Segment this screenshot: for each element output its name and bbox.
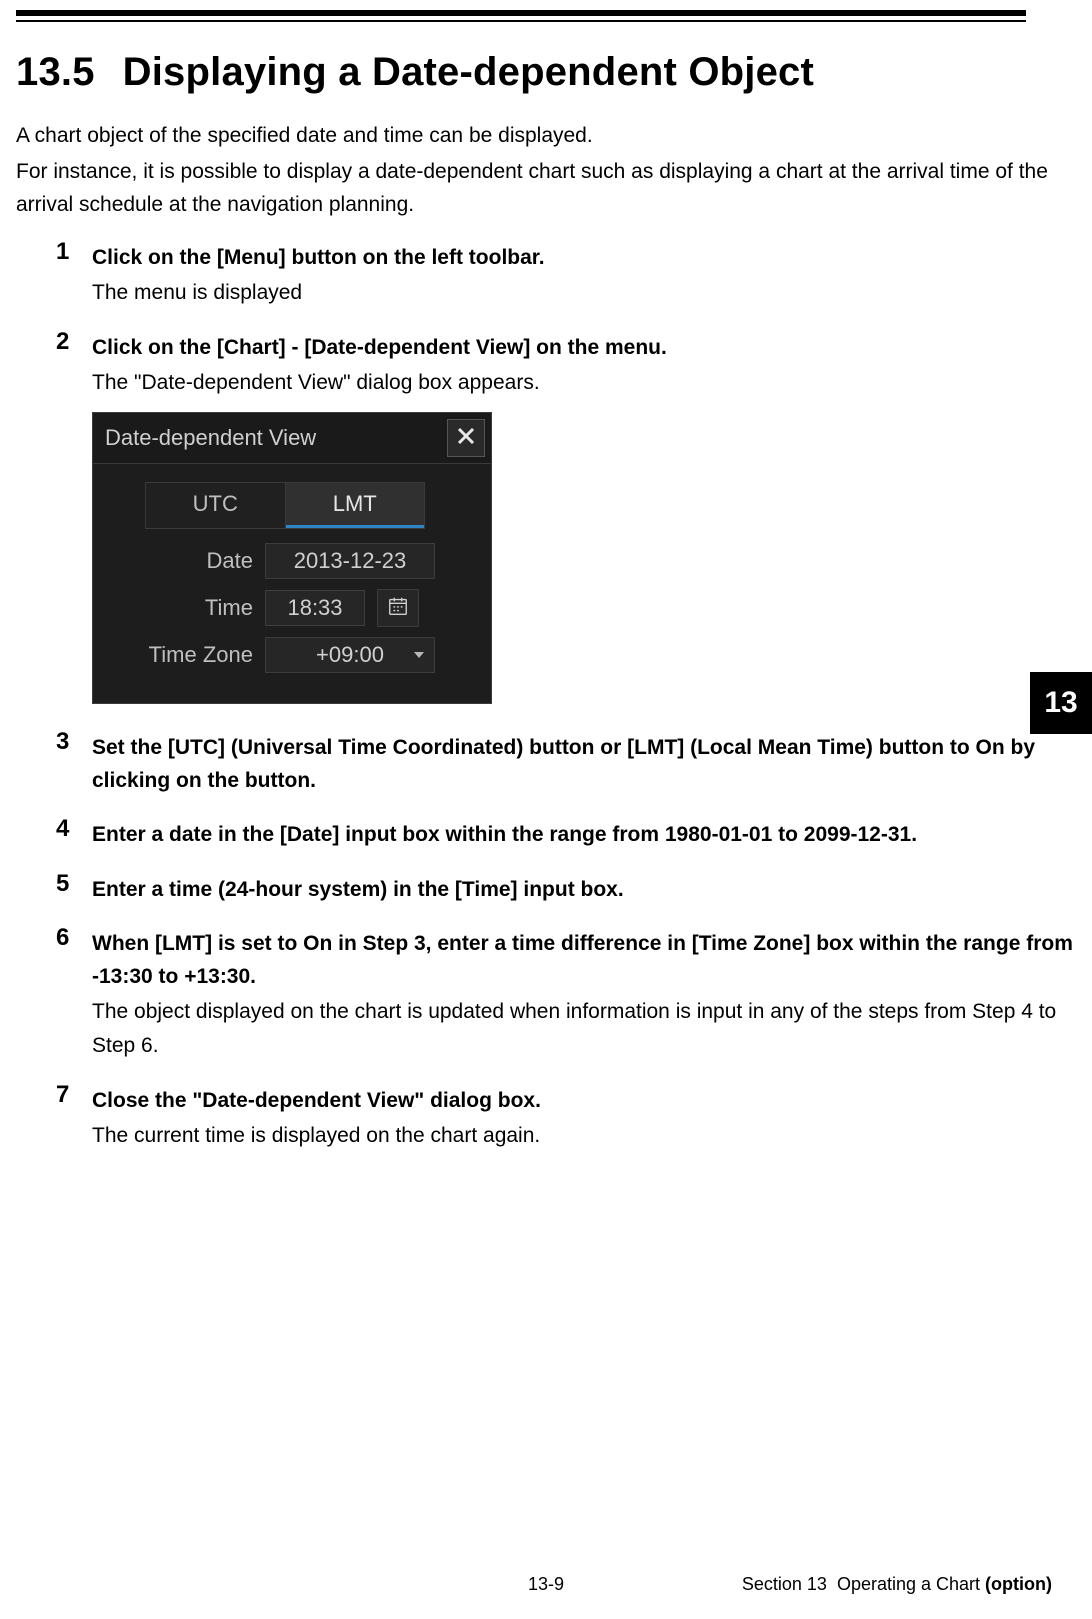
date-row: Date 2013-12-23 <box>113 543 471 579</box>
time-mode-toggle: UTC LMT <box>145 482 425 529</box>
calendar-button[interactable] <box>377 589 419 627</box>
step-number: 5 <box>56 870 69 898</box>
step-number: 6 <box>56 924 69 952</box>
step-body: The current time is displayed on the cha… <box>92 1119 1076 1153</box>
top-rule <box>16 10 1026 22</box>
footer-section: Section 13 Operating a Chart (option) <box>742 1574 1052 1595</box>
close-icon <box>456 426 476 451</box>
step-title: Set the [UTC] (Universal Time Coordinate… <box>92 732 1076 797</box>
dialog-screenshot: Date-dependent View UTC LMT Date 2013-12… <box>92 412 1076 704</box>
footer-section-text: Operating a Chart <box>837 1574 980 1594</box>
footer-section-bold: (option) <box>985 1574 1052 1594</box>
step-number: 1 <box>56 238 69 266</box>
calendar-icon <box>387 595 409 622</box>
step-1: 1 Click on the [Menu] button on the left… <box>56 242 1076 310</box>
time-label: Time <box>113 595 253 621</box>
step-7: 7 Close the "Date-dependent View" dialog… <box>56 1085 1076 1153</box>
step-number: 3 <box>56 728 69 756</box>
date-dependent-view-dialog: Date-dependent View UTC LMT Date 2013-12… <box>92 412 492 704</box>
dialog-header: Date-dependent View <box>93 413 491 464</box>
step-body: The "Date-dependent View" dialog box app… <box>92 366 1076 400</box>
page-footer: 13-9 Section 13 Operating a Chart (optio… <box>0 1574 1092 1595</box>
section-title-text: Displaying a Date-dependent Object <box>123 50 814 94</box>
intro-p2: For instance, it is possible to display … <box>16 155 1076 222</box>
section-heading: 13.5 Displaying a Date-dependent Object <box>16 50 1076 95</box>
page-number: 13-9 <box>446 1574 646 1595</box>
timezone-row: Time Zone +09:00 <box>113 637 471 673</box>
steps-list: 1 Click on the [Menu] button on the left… <box>16 242 1076 1153</box>
step-6: 6 When [LMT] is set to On in Step 3, ent… <box>56 928 1076 1062</box>
step-number: 4 <box>56 815 69 843</box>
time-row: Time 18:33 <box>113 589 471 627</box>
chapter-tab: 13 <box>1030 672 1092 734</box>
step-2: 2 Click on the [Chart] - [Date-dependent… <box>56 332 1076 704</box>
step-5: 5 Enter a time (24-hour system) in the [… <box>56 874 1076 907</box>
step-title: Enter a date in the [Date] input box wit… <box>92 819 1076 852</box>
intro-block: A chart object of the specified date and… <box>16 119 1076 222</box>
section-number: 13.5 <box>16 50 95 94</box>
step-title: Click on the [Menu] button on the left t… <box>92 242 1076 275</box>
step-number: 2 <box>56 328 69 356</box>
close-button[interactable] <box>447 419 485 457</box>
utc-button[interactable]: UTC <box>146 483 286 528</box>
step-title: When [LMT] is set to On in Step 3, enter… <box>92 928 1076 993</box>
step-3: 3 Set the [UTC] (Universal Time Coordina… <box>56 732 1076 797</box>
lmt-button[interactable]: LMT <box>286 483 425 528</box>
timezone-label: Time Zone <box>113 642 253 668</box>
dialog-title: Date-dependent View <box>105 425 316 451</box>
step-body: The menu is displayed <box>92 276 1076 310</box>
date-input[interactable]: 2013-12-23 <box>265 543 435 579</box>
step-title: Enter a time (24-hour system) in the [Ti… <box>92 874 1076 907</box>
step-body: The object displayed on the chart is upd… <box>92 995 1076 1062</box>
step-title: Close the "Date-dependent View" dialog b… <box>92 1085 1076 1118</box>
footer-section-prefix: Section 13 <box>742 1574 827 1594</box>
timezone-select[interactable]: +09:00 <box>265 637 435 673</box>
intro-p1: A chart object of the specified date and… <box>16 119 1076 153</box>
time-input[interactable]: 18:33 <box>265 590 365 626</box>
date-label: Date <box>113 548 253 574</box>
step-title: Click on the [Chart] - [Date-dependent V… <box>92 332 1076 365</box>
step-number: 7 <box>56 1081 69 1109</box>
step-4: 4 Enter a date in the [Date] input box w… <box>56 819 1076 852</box>
